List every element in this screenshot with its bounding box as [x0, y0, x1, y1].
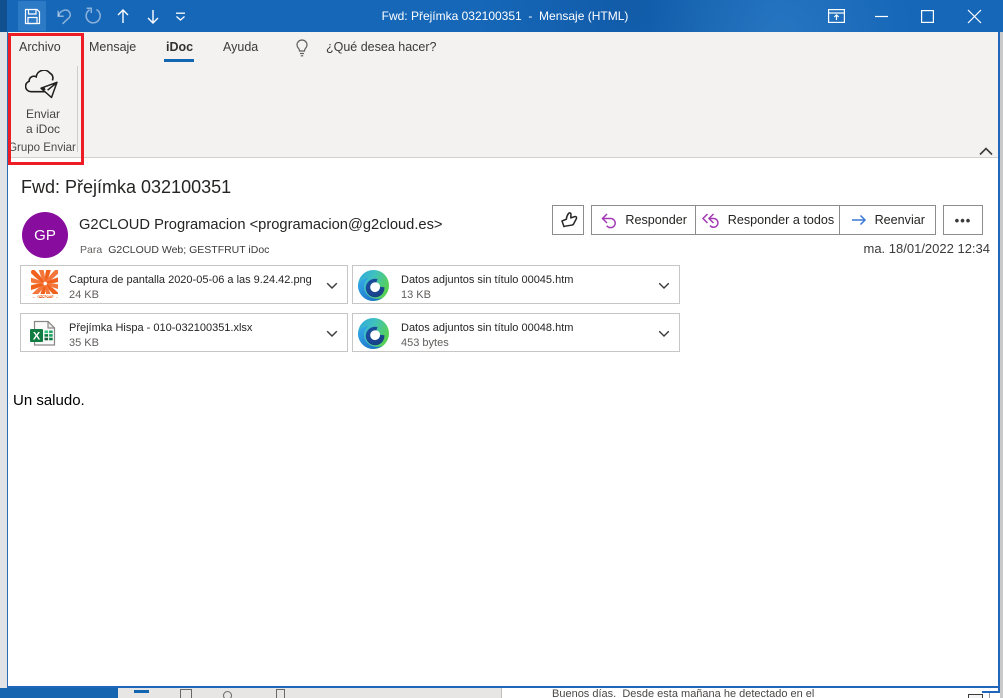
- svg-text:X: X: [33, 330, 41, 342]
- svg-text:g2Cloud: g2Cloud: [37, 294, 54, 299]
